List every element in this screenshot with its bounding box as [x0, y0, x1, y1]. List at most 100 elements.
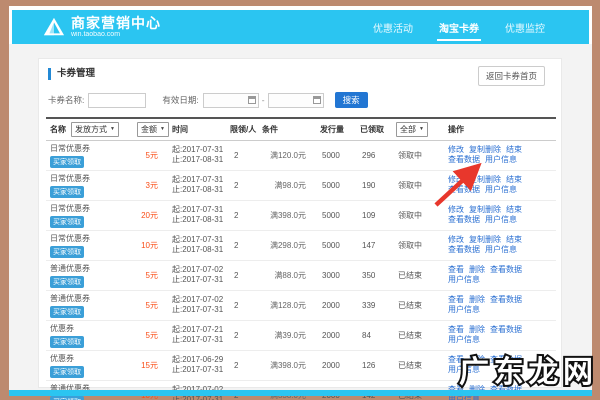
- action-link[interactable]: 查看数据: [490, 355, 522, 364]
- table-row: 优惠券 买家领取 5元 起:2017-07-21 止:2017-07-31 2 满3…: [46, 320, 556, 351]
- col-header-issued: 发行量: [320, 117, 360, 141]
- buyer-claim-badge: 买家领取: [50, 215, 84, 228]
- action-link[interactable]: 查看数据: [448, 155, 480, 164]
- action-link[interactable]: 用户信息: [448, 305, 480, 314]
- time-end: 止:2017-07-31: [172, 305, 224, 314]
- valid-date-label: 有效日期:: [162, 95, 199, 105]
- table-row: 日常优惠券 买家领取 20元 起:2017-07-31 止:2017-08-31 2…: [46, 200, 556, 231]
- use-condition: 满98.0元: [258, 170, 320, 201]
- coupon-name: 日常优惠券: [50, 173, 90, 183]
- action-link[interactable]: 查看: [448, 295, 464, 304]
- coupon-name: 优惠券: [50, 323, 74, 333]
- time-start: 起:2017-07-31: [172, 205, 224, 214]
- table-row: 日常优惠券 买家领取 5元 起:2017-07-31 止:2017-08-31 2 …: [46, 140, 556, 171]
- received-count: 190: [360, 170, 396, 201]
- action-link[interactable]: 修改: [448, 175, 464, 184]
- action-link[interactable]: 修改: [448, 205, 464, 214]
- actions-cell: 查看删除查看数据用户信息: [448, 260, 556, 291]
- action-link[interactable]: 删除: [469, 265, 485, 274]
- action-link[interactable]: 修改: [448, 145, 464, 154]
- action-link[interactable]: 删除: [469, 355, 485, 364]
- action-link[interactable]: 查看: [448, 355, 464, 364]
- nav-item-promo-activity[interactable]: 优惠活动: [371, 10, 415, 44]
- action-link[interactable]: 查看数据: [448, 215, 480, 224]
- action-link[interactable]: 删除: [469, 295, 485, 304]
- received-count: 147: [360, 230, 396, 261]
- nav-item-taobao-cards[interactable]: 淘宝卡券: [437, 10, 481, 44]
- time-start: 起:2017-07-31: [172, 145, 224, 154]
- action-link[interactable]: 查看: [448, 265, 464, 274]
- buyer-claim-badge: 买家领取: [50, 305, 84, 318]
- time-end: 止:2017-08-31: [172, 215, 224, 224]
- action-link[interactable]: 用户信息: [448, 275, 480, 284]
- buyer-claim-badge: 买家领取: [50, 185, 84, 198]
- limit-per-person: 2: [230, 320, 258, 351]
- action-link[interactable]: 删除: [469, 325, 485, 334]
- use-condition: 满298.0元: [258, 230, 320, 261]
- time-start: 起:2017-07-02: [172, 265, 224, 274]
- brand-block: 商家营销中心 win.taobao.com: [71, 16, 161, 38]
- table-row: 日常优惠券 买家领取 10元 起:2017-07-31 止:2017-08-31 2…: [46, 230, 556, 261]
- dispatch-filter-select[interactable]: 发放方式 ▼: [71, 121, 119, 137]
- actions-cell: 修改 复制删除 结束查看数据 用户信息: [448, 140, 556, 171]
- action-link[interactable]: 用户信息: [485, 215, 517, 224]
- amount-filter-select[interactable]: 金额 ▼: [137, 121, 169, 137]
- use-condition: 满39.0元: [258, 320, 320, 351]
- coupon-name-input[interactable]: [88, 92, 147, 108]
- nav-item-promo-monitor[interactable]: 优惠监控: [503, 10, 547, 44]
- status-text: 领取中: [396, 230, 448, 261]
- action-link[interactable]: 结束: [506, 205, 522, 214]
- search-button[interactable]: 搜索: [334, 92, 368, 108]
- status-text: 已结束: [396, 350, 448, 381]
- action-link[interactable]: 复制删除: [469, 235, 501, 244]
- buyer-claim-badge: 买家领取: [50, 395, 84, 400]
- coupon-name: 日常优惠券: [50, 203, 90, 213]
- chevron-down-icon: ▼: [160, 126, 165, 133]
- issued-count: 2000: [320, 320, 360, 351]
- col-header-time: 时间: [172, 117, 230, 141]
- action-link[interactable]: 用户信息: [448, 335, 480, 344]
- action-link[interactable]: 复制删除: [469, 205, 501, 214]
- status-text: 已结束: [396, 290, 448, 321]
- action-link[interactable]: 结束: [506, 145, 522, 154]
- issued-count: 2000: [320, 290, 360, 321]
- limit-per-person: 2: [230, 170, 258, 201]
- action-link[interactable]: 查看数据: [490, 265, 522, 274]
- action-link[interactable]: 查看数据: [490, 295, 522, 304]
- time-start: 起:2017-07-31: [172, 175, 224, 184]
- action-link[interactable]: 复制删除: [469, 145, 501, 154]
- action-link[interactable]: 结束: [506, 175, 522, 184]
- coupon-amount: 5元: [134, 140, 172, 171]
- time-end: 止:2017-08-31: [172, 155, 224, 164]
- status-filter-select[interactable]: 全部 ▼: [396, 121, 428, 137]
- date-start-input[interactable]: [202, 92, 259, 108]
- action-link[interactable]: 修改: [448, 235, 464, 244]
- col-header-received: 已领取: [360, 117, 396, 141]
- action-link[interactable]: 用户信息: [485, 155, 517, 164]
- col-header-condition: 条件: [258, 117, 320, 141]
- date-end-input[interactable]: [267, 92, 324, 108]
- action-link[interactable]: 查看数据: [448, 185, 480, 194]
- col-header-name: 名称: [50, 124, 66, 134]
- action-link[interactable]: 结束: [506, 235, 522, 244]
- issued-count: 2000: [320, 350, 360, 381]
- action-link[interactable]: 用户信息: [485, 185, 517, 194]
- coupon-name: 日常优惠券: [50, 233, 90, 243]
- action-link[interactable]: 查看数据: [490, 325, 522, 334]
- use-condition: 满128.0元: [258, 290, 320, 321]
- return-home-button[interactable]: 返回卡券首页: [477, 66, 545, 86]
- coupon-table: 名称 发放方式 ▼ 金额 ▼ 时间 限领/人 条件 发行量 已领取 全部 ▼ 操作: [46, 117, 556, 400]
- action-link[interactable]: 复制删除: [469, 175, 501, 184]
- brand-logo-icon: [43, 17, 65, 36]
- coupon-name-label: 卡券名称:: [48, 95, 85, 105]
- limit-per-person: 2: [230, 260, 258, 291]
- coupon-amount: 5元: [134, 260, 172, 291]
- action-link[interactable]: 查看数据: [448, 245, 480, 254]
- top-header-bar: 商家营销中心 win.taobao.com 优惠活动 淘宝卡券 优惠监控: [12, 10, 589, 44]
- issued-count: 5000: [320, 170, 360, 201]
- card-management-panel: 卡券管理 返回卡券首页 卡券名称: 有效日期: - 搜索 名称 发放方式 ▼ 金…: [38, 58, 562, 400]
- action-link[interactable]: 用户信息: [448, 365, 480, 374]
- brand-title: 商家营销中心: [71, 14, 161, 31]
- action-link[interactable]: 用户信息: [485, 245, 517, 254]
- action-link[interactable]: 查看: [448, 325, 464, 334]
